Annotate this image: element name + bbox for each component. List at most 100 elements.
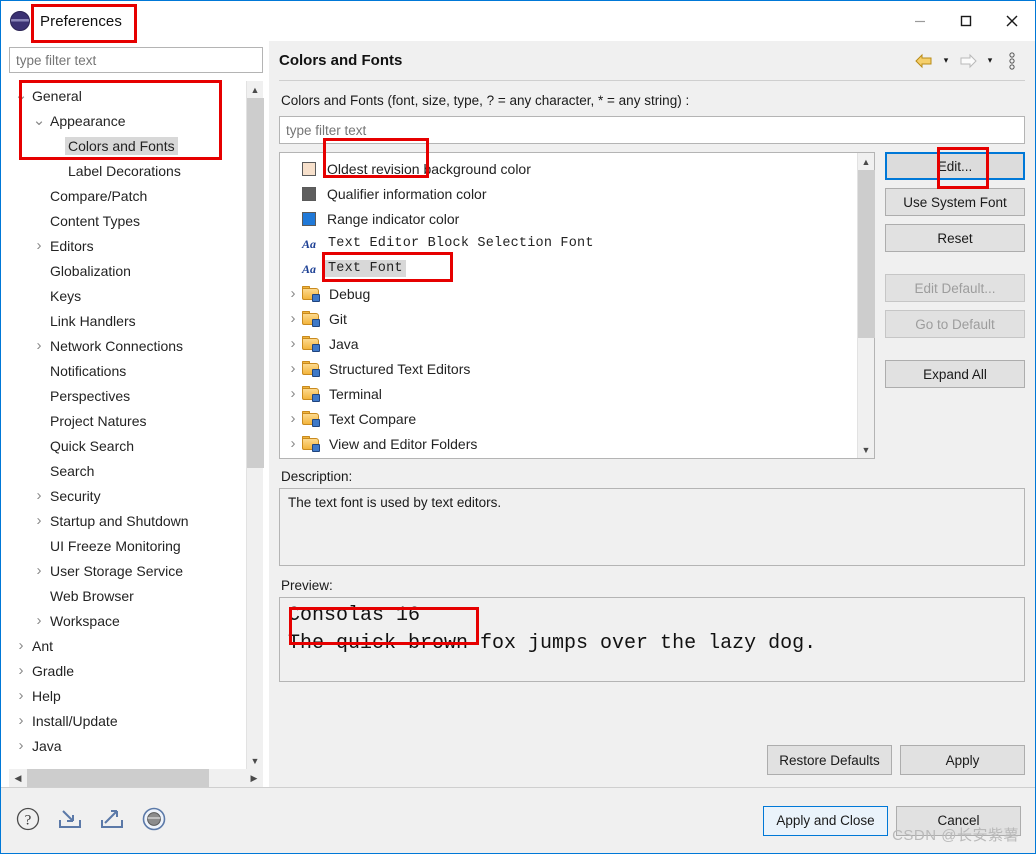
list-item[interactable]: › View and Editor Folders — [280, 431, 857, 456]
close-button[interactable] — [989, 1, 1035, 41]
chevron-right-icon[interactable]: › — [284, 335, 302, 352]
list-scroll-thumb[interactable] — [857, 170, 875, 338]
sidebar-hscroll-track[interactable] — [27, 769, 245, 787]
sidebar-item-label: Label Decorations — [68, 162, 181, 179]
sidebar-item-general[interactable]: ⌄ General — [9, 83, 246, 108]
scroll-up-icon[interactable]: ▲ — [247, 81, 264, 98]
list-item[interactable]: › Terminal — [280, 381, 857, 406]
sidebar-item-perspectives[interactable]: Perspectives — [9, 383, 246, 408]
dialog-body: ⌄General⌄Appearance Colors and Fonts Lab… — [1, 41, 1035, 787]
sidebar-item-gradle[interactable]: › Gradle — [9, 658, 246, 683]
sidebar-item-startup-and-shutdown[interactable]: › Startup and Shutdown — [9, 508, 246, 533]
chevron-right-icon[interactable]: › — [31, 238, 47, 253]
list-item[interactable]: Oldest revision background color — [280, 156, 857, 181]
view-menu-icon[interactable] — [999, 48, 1025, 74]
expand-all-button[interactable]: Expand All — [885, 360, 1025, 388]
list-item[interactable]: Qualifier information color — [280, 181, 857, 206]
chevron-right-icon[interactable]: › — [31, 613, 47, 628]
sidebar-scroll-thumb[interactable] — [246, 98, 264, 468]
list-item[interactable]: › Java — [280, 331, 857, 356]
sidebar-item-content-types[interactable]: Content Types — [9, 208, 246, 233]
list-item[interactable]: › Text Compare — [280, 406, 857, 431]
chevron-right-icon[interactable]: › — [31, 488, 47, 503]
sidebar-item-security[interactable]: › Security — [9, 483, 246, 508]
chevron-right-icon[interactable]: › — [31, 513, 47, 528]
sidebar-item-globalization[interactable]: Globalization — [9, 258, 246, 283]
chevron-right-icon[interactable]: › — [284, 360, 302, 377]
sidebar-item-appearance[interactable]: ⌄ Appearance — [9, 108, 246, 133]
list-item[interactable]: › Debug — [280, 281, 857, 306]
chevron-right-icon[interactable]: › — [13, 663, 29, 678]
list-scroll-track[interactable] — [857, 170, 875, 441]
minimize-button[interactable] — [897, 1, 943, 41]
sidebar-horizontal-scrollbar[interactable]: ◀ ▶ — [9, 769, 263, 787]
sidebar-item-ui-freeze-monitoring[interactable]: UI Freeze Monitoring — [9, 533, 246, 558]
sidebar-item-java[interactable]: › Java — [9, 733, 246, 758]
list-scroll-up-icon[interactable]: ▲ — [858, 153, 875, 170]
sidebar-item-help[interactable]: › Help — [9, 683, 246, 708]
list-item[interactable]: Range indicator color — [280, 206, 857, 231]
chevron-down-icon[interactable]: ⌄ — [31, 113, 47, 128]
help-question-icon[interactable]: ? — [15, 806, 41, 835]
maximize-button[interactable] — [943, 1, 989, 41]
sidebar-item-workspace[interactable]: › Workspace — [9, 608, 246, 633]
back-history-caret-icon[interactable]: ▾ — [939, 48, 953, 74]
export-icon[interactable] — [99, 806, 125, 835]
list-item[interactable]: Aa Text Font — [280, 256, 857, 281]
scroll-left-icon[interactable]: ◀ — [9, 769, 27, 787]
forward-history-caret-icon[interactable]: ▾ — [983, 48, 997, 74]
sidebar-item-label-decorations[interactable]: Label Decorations — [9, 158, 246, 183]
oomph-record-icon[interactable] — [141, 806, 167, 835]
sidebar-item-web-browser[interactable]: Web Browser — [9, 583, 246, 608]
sidebar-hscroll-thumb[interactable] — [27, 769, 209, 787]
sidebar-item-search[interactable]: Search — [9, 458, 246, 483]
sidebar-item-project-natures[interactable]: Project Natures — [9, 408, 246, 433]
edit-button[interactable]: Edit... — [885, 152, 1025, 180]
list-scroll-down-icon[interactable]: ▼ — [858, 441, 875, 458]
chevron-right-icon[interactable]: › — [13, 738, 29, 753]
sidebar-vertical-scrollbar[interactable]: ▲ ▼ — [246, 81, 264, 769]
sidebar-item-keys[interactable]: Keys — [9, 283, 246, 308]
chevron-right-icon[interactable]: › — [13, 713, 29, 728]
restore-defaults-button[interactable]: Restore Defaults — [767, 745, 892, 775]
sidebar-item-editors[interactable]: › Editors — [9, 233, 246, 258]
chevron-right-icon[interactable]: › — [13, 688, 29, 703]
sidebar-item-ant[interactable]: › Ant — [9, 633, 246, 658]
chevron-right-icon[interactable]: › — [13, 638, 29, 653]
use-system-font-button[interactable]: Use System Font — [885, 188, 1025, 216]
list-item[interactable]: › Git — [280, 306, 857, 331]
chevron-right-icon[interactable]: › — [284, 285, 302, 302]
list-item[interactable]: Aa Text Editor Block Selection Font — [280, 231, 857, 256]
colors-fonts-filter-input[interactable] — [279, 116, 1025, 144]
list-vertical-scrollbar[interactable]: ▲ ▼ — [857, 153, 875, 458]
list-item[interactable]: › Structured Text Editors — [280, 356, 857, 381]
apply-button[interactable]: Apply — [900, 745, 1025, 775]
chevron-right-icon[interactable]: › — [31, 338, 47, 353]
sidebar-scroll-track[interactable] — [246, 98, 264, 752]
sidebar-item-network-connections[interactable]: › Network Connections — [9, 333, 246, 358]
chevron-right-icon[interactable]: › — [31, 563, 47, 578]
sidebar-item-quick-search[interactable]: Quick Search — [9, 433, 246, 458]
sidebar-filter-input[interactable] — [9, 47, 263, 73]
import-icon[interactable] — [57, 806, 83, 835]
sidebar-item-colors-and-fonts[interactable]: Colors and Fonts — [9, 133, 246, 158]
back-arrow-icon[interactable] — [911, 48, 937, 74]
forward-arrow-icon[interactable] — [955, 48, 981, 74]
chevron-down-icon[interactable]: ⌄ — [13, 88, 29, 103]
sidebar-item-notifications[interactable]: Notifications — [9, 358, 246, 383]
chevron-right-icon[interactable]: › — [284, 310, 302, 327]
chevron-right-icon[interactable]: › — [284, 410, 302, 427]
colors-fonts-list[interactable]: Oldest revision background color Qualifie… — [280, 153, 857, 458]
scroll-right-icon[interactable]: ▶ — [245, 769, 263, 787]
reset-button[interactable]: Reset — [885, 224, 1025, 252]
scroll-down-icon[interactable]: ▼ — [247, 752, 264, 769]
sidebar-item-link-handlers[interactable]: Link Handlers — [9, 308, 246, 333]
sidebar-tree[interactable]: ⌄ General ⌄ Appearance Colors and Fonts Lab… — [9, 81, 246, 769]
sidebar-item-user-storage-service[interactable]: › User Storage Service — [9, 558, 246, 583]
apply-and-close-button[interactable]: Apply and Close — [763, 805, 888, 836]
chevron-right-icon[interactable]: › — [284, 435, 302, 452]
chevron-right-icon[interactable]: › — [284, 385, 302, 402]
sidebar-item-install-update[interactable]: › Install/Update — [9, 708, 246, 733]
sidebar-item-compare-patch[interactable]: Compare/Patch — [9, 183, 246, 208]
